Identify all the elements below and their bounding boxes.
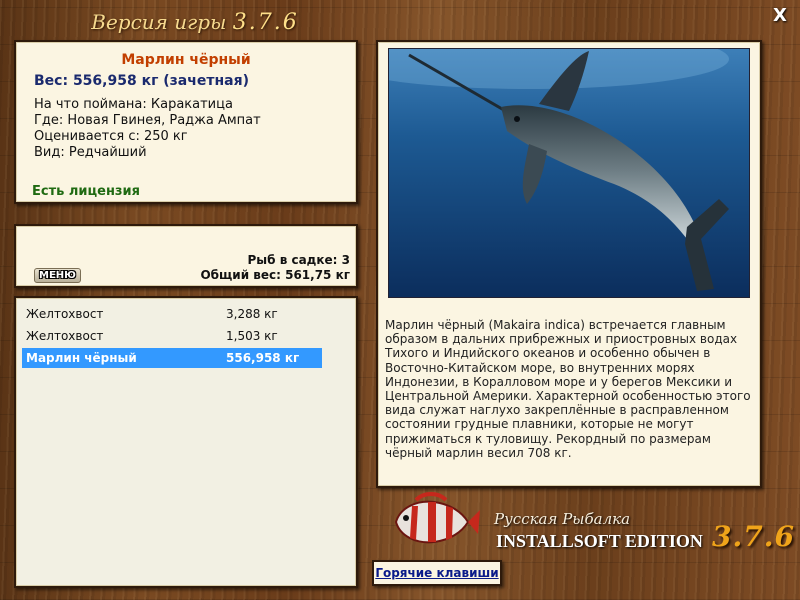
fish-description-panel: Марлин чёрный (Makaira indica) встречает…	[376, 40, 762, 488]
title-text: Версия игры	[91, 10, 227, 34]
brand-version: 3.7.6	[712, 520, 795, 553]
brand-title: Русская Рыбалка	[494, 510, 631, 528]
keepnet-stats-panel: МЕНЮ Рыб в садке: 3 Общий вес: 561,75 кг	[14, 224, 358, 288]
fish-description: Марлин чёрный (Makaira indica) встречает…	[385, 318, 751, 460]
fish-rarity: Вид: Редчайший	[34, 145, 147, 160]
list-item-name: Желтохвост	[26, 307, 104, 321]
fish-valued-from: Оценивается с: 250 кг	[34, 129, 188, 144]
brand-edition: INSTALLSOFT EDITION	[496, 531, 703, 551]
fish-photo	[388, 48, 750, 298]
fish-weight: Вес: 556,958 кг (зачетная)	[34, 73, 249, 89]
total-weight: Общий вес: 561,75 кг	[200, 268, 350, 282]
list-item[interactable]: Желтохвост 3,288 кг	[22, 304, 322, 324]
license-status: Есть лицензия	[32, 184, 140, 199]
fish-info-panel: Марлин чёрный Вес: 556,958 кг (зачетная)…	[14, 40, 358, 204]
list-item-selected[interactable]: Марлин чёрный 556,958 кг	[22, 348, 322, 368]
list-item-name: Желтохвост	[26, 329, 104, 343]
list-item-weight: 3,288 кг	[226, 307, 278, 321]
game-version-title: Версия игры 3.7.6	[0, 10, 390, 35]
fish-location: Где: Новая Гвинея, Раджа Ампат	[34, 113, 261, 128]
title-version: 3.7.6	[232, 10, 299, 35]
fish-name: Марлин чёрный	[121, 52, 251, 68]
catch-list: Желтохвост 3,288 кг Желтохвост 1,503 кг …	[14, 296, 358, 588]
list-item-weight: 556,958 кг	[226, 351, 300, 365]
fish-count: Рыб в садке: 3	[247, 253, 351, 267]
fish-bait: На что поймана: Каракатица	[34, 97, 233, 112]
menu-button[interactable]: МЕНЮ	[34, 268, 81, 283]
list-item[interactable]: Желтохвост 1,503 кг	[22, 326, 322, 346]
close-icon[interactable]: X	[770, 6, 790, 26]
hotkeys-button[interactable]: Горячие клавиши	[372, 560, 502, 586]
marlin-illustration	[389, 49, 749, 297]
list-item-weight: 1,503 кг	[226, 329, 278, 343]
red-fish-logo-icon	[390, 492, 482, 556]
list-item-name: Марлин чёрный	[26, 351, 137, 365]
